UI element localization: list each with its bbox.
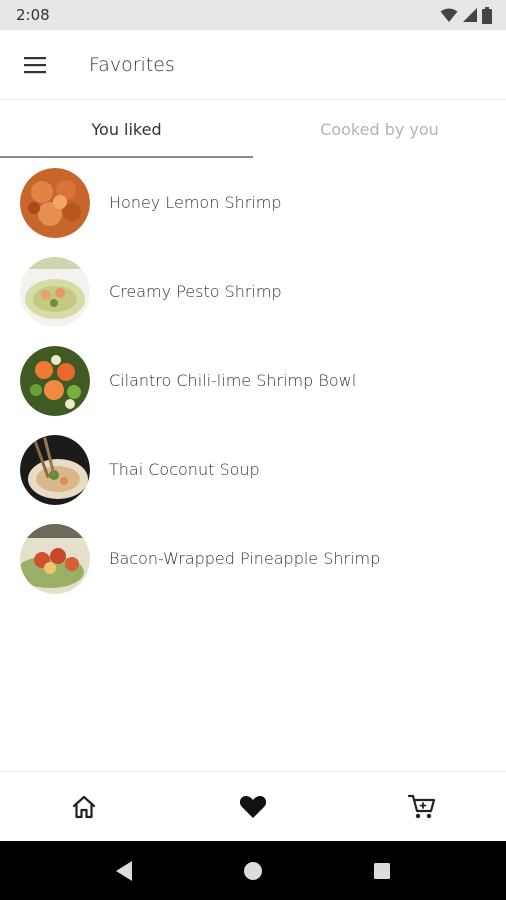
tab-you-liked[interactable]: You liked [0, 101, 253, 158]
status-time: 2:08 [16, 6, 50, 24]
signal-icon [463, 7, 477, 22]
recipe-thumbnail [20, 167, 90, 238]
battery-icon [482, 6, 492, 24]
recipe-thumbnail [20, 256, 90, 327]
nav-cart-button[interactable] [337, 772, 506, 841]
system-nav-bar [0, 841, 506, 900]
list-item[interactable]: Cilantro Chili-lime Shrimp Bowl [0, 336, 506, 425]
status-icons [440, 6, 492, 24]
list-item[interactable]: Thai Coconut Soup [0, 425, 506, 514]
list-item[interactable]: Honey Lemon Shrimp [0, 158, 506, 247]
recipe-name: Creamy Pesto Shrimp [109, 282, 282, 301]
favorites-list: Honey Lemon Shrimp Creamy Pesto Shrimp C… [0, 158, 506, 603]
app-bar: Favorites [0, 30, 506, 100]
nav-home-button[interactable] [0, 772, 169, 841]
recipe-name: Cilantro Chili-lime Shrimp Bowl [109, 371, 357, 390]
status-bar: 2:08 [0, 0, 506, 30]
menu-button[interactable] [0, 30, 70, 100]
recipe-name: Honey Lemon Shrimp [109, 193, 282, 212]
system-back-button[interactable] [104, 851, 144, 891]
nav-favorites-button[interactable] [169, 772, 338, 841]
home-icon [73, 795, 96, 818]
tab-bar: You liked Cooked by you [0, 101, 506, 158]
heart-icon [239, 796, 267, 818]
home-circle-icon [243, 861, 262, 880]
list-item[interactable]: Creamy Pesto Shrimp [0, 247, 506, 336]
recipe-name: Thai Coconut Soup [109, 460, 260, 479]
back-icon [116, 860, 133, 881]
wifi-icon [440, 8, 458, 22]
recipe-thumbnail [20, 523, 90, 594]
page-title: Favorites [89, 53, 175, 76]
menu-icon [24, 56, 46, 73]
recipe-name: Bacon-Wrapped Pineapple Shrimp [109, 549, 381, 568]
system-home-button[interactable] [233, 851, 273, 891]
recipe-thumbnail [20, 434, 90, 505]
tab-cooked-by-you[interactable]: Cooked by you [253, 101, 506, 158]
list-item[interactable]: Bacon-Wrapped Pineapple Shrimp [0, 514, 506, 603]
recents-icon [373, 862, 390, 879]
system-recents-button[interactable] [362, 851, 402, 891]
recipe-thumbnail [20, 345, 90, 416]
cart-icon [407, 794, 435, 818]
bottom-nav [0, 771, 506, 841]
